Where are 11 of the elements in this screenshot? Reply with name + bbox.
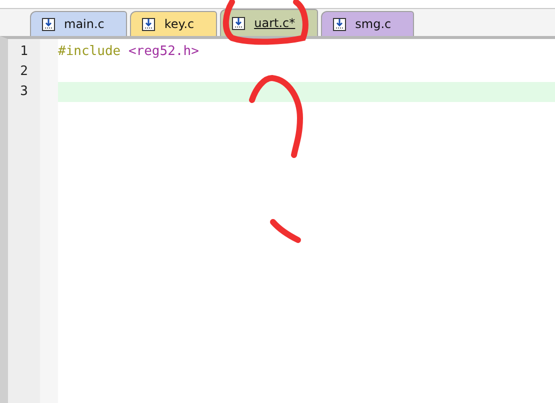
file-icon [332, 16, 348, 32]
file-icon [41, 16, 56, 32]
line-number: 2 [19, 63, 29, 81]
file-tab[interactable]: main.c [30, 11, 128, 36]
file-icon [231, 16, 246, 30]
file-tab[interactable]: smg.c [321, 11, 414, 36]
code-line: #include <reg52.h> [58, 43, 200, 61]
file-tab[interactable]: key.c [130, 11, 218, 36]
file-icon [141, 16, 156, 32]
line-number: 1 [19, 43, 29, 61]
line-number: 3 [19, 83, 29, 101]
